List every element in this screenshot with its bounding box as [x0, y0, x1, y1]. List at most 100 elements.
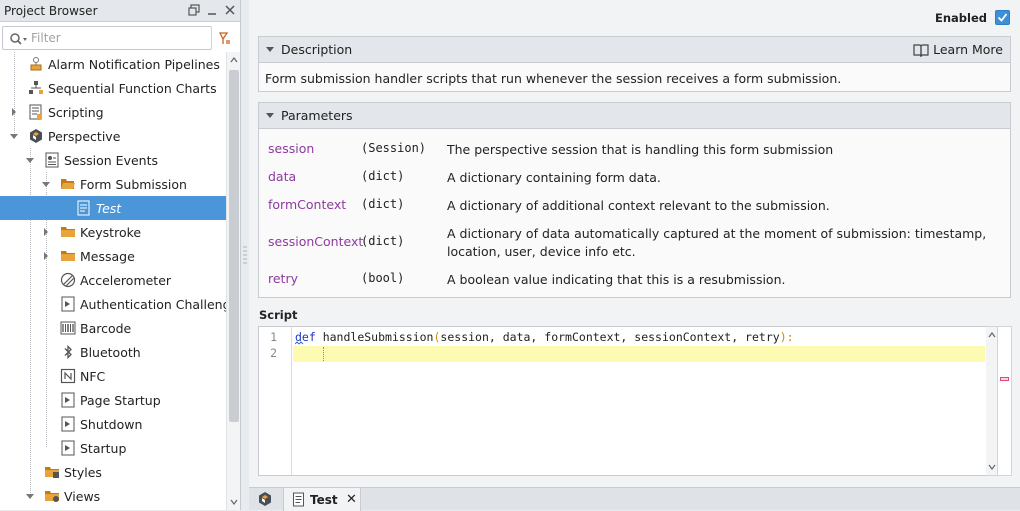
learn-more-link[interactable]: Learn More [913, 42, 1003, 57]
tree-item-label: Message [80, 248, 135, 264]
tree-item-sequential-function-charts[interactable]: Sequential Function Charts [0, 76, 226, 100]
barcode-icon [60, 321, 76, 335]
collapse-arrow-icon[interactable] [41, 179, 51, 189]
scroll-down-icon[interactable] [230, 498, 238, 506]
description-header[interactable]: Description Learn More [259, 37, 1010, 63]
tree-scroll-thumb[interactable] [229, 70, 239, 422]
collapse-arrow-icon[interactable] [266, 113, 274, 119]
editor-tab-bar: Test ✕ [249, 487, 1020, 511]
tree-item-barcode[interactable]: Barcode [0, 316, 226, 340]
folder-icon [61, 251, 75, 261]
scroll-up-icon[interactable] [988, 331, 996, 339]
filter-row [0, 22, 240, 52]
tree-item-label: Views [64, 488, 101, 504]
tree-item-label: Alarm Notification Pipelines [48, 56, 220, 72]
minimize-icon[interactable] [205, 3, 219, 17]
nfc-icon [60, 368, 76, 384]
tab-test[interactable]: Test ✕ [283, 488, 361, 511]
function-args: session, data, formContext, sessionConte… [440, 330, 780, 344]
checkmark-icon [997, 13, 1008, 22]
editor-scrollbar[interactable] [986, 326, 998, 476]
project-browser-panel: Project Browser Filter Alarm Notificatio… [0, 0, 241, 510]
pipeline-icon [30, 57, 42, 71]
filter-input[interactable] [29, 29, 179, 46]
tree-scrollbar[interactable] [226, 52, 240, 510]
enabled-checkbox[interactable] [995, 10, 1010, 25]
code-line-1: def handleSubmission(session, data, form… [295, 329, 794, 345]
scroll-up-icon[interactable] [230, 56, 238, 64]
collapse-arrow-icon[interactable] [25, 155, 35, 165]
script-icon [29, 104, 42, 120]
sfc-icon [29, 81, 43, 94]
tree-item-form-submission[interactable]: Form Submission [0, 172, 226, 196]
expand-arrow-icon[interactable] [41, 227, 51, 237]
tree-item-alarm-notification-pipelines[interactable]: Alarm Notification Pipelines [0, 52, 226, 76]
accelerometer-icon [60, 272, 76, 288]
parameters-header[interactable]: Parameters [259, 103, 1010, 129]
parameter-description: A dictionary of data automatically captu… [447, 226, 987, 259]
error-marker[interactable] [1000, 377, 1009, 381]
collapse-arrow-icon[interactable] [25, 491, 35, 501]
script-page-icon [61, 440, 75, 456]
parameter-type: (dict) [361, 169, 405, 183]
description-section: Description Learn More Form submission h… [258, 36, 1011, 92]
tree-item-keystroke[interactable]: Keystroke [0, 220, 226, 244]
tree-item-accelerometer[interactable]: Accelerometer [0, 268, 226, 292]
tree-item-message[interactable]: Message [0, 244, 226, 268]
parameters-section: Parameters session (Session) The perspec… [258, 102, 1011, 298]
tree-item-shutdown[interactable]: Shutdown [0, 412, 226, 436]
close-tab-button[interactable]: ✕ [346, 492, 357, 507]
tree-item-page-startup[interactable]: Page Startup [0, 388, 226, 412]
collapse-arrow-icon[interactable] [266, 47, 274, 53]
code-area[interactable]: def handleSubmission(session, data, form… [293, 327, 995, 475]
tree-item-startup[interactable]: Startup [0, 436, 226, 460]
learn-more-label: Learn More [933, 42, 1003, 57]
parameter-description: A boolean value indicating that this is … [447, 272, 786, 287]
tree-item-perspective[interactable]: Perspective [0, 124, 226, 148]
line-number-gutter: 1 2 [259, 327, 292, 475]
script-editor-panel: Enabled Description Learn More Form subm… [249, 0, 1020, 487]
expand-arrow-icon[interactable] [9, 107, 19, 117]
tree-item-bluetooth[interactable]: Bluetooth [0, 340, 226, 364]
parameter-name: sessionContext [268, 234, 364, 249]
text-caret [323, 347, 324, 361]
description-text: Form submission handler scripts that run… [265, 71, 842, 86]
script-file-icon [77, 200, 90, 216]
restore-window-icon[interactable] [187, 3, 201, 17]
book-icon [913, 43, 929, 57]
parameter-description: A dictionary containing form data. [447, 170, 661, 185]
description-title: Description [281, 42, 353, 57]
folder-open-icon [61, 179, 75, 189]
perspective-icon[interactable] [257, 491, 273, 507]
tree-item-views[interactable]: Views [0, 484, 226, 508]
close-panel-icon[interactable] [223, 3, 237, 17]
enabled-label: Enabled [934, 10, 987, 25]
collapse-arrow-icon[interactable] [9, 131, 19, 141]
line-number: 2 [270, 346, 277, 360]
tree-item-styles[interactable]: Styles [0, 460, 226, 484]
tree-item-label: NFC [80, 368, 106, 384]
code-editor[interactable]: 1 2 def handleSubmission(session, data, … [258, 326, 996, 476]
script-page-icon [61, 416, 75, 432]
expand-arrow-icon[interactable] [41, 251, 51, 261]
scroll-down-icon[interactable] [988, 463, 996, 471]
tree-item-scripting[interactable]: Scripting [0, 100, 226, 124]
tree-item-test[interactable]: Test [0, 196, 226, 220]
tree-item-nfc[interactable]: NFC [0, 364, 226, 388]
current-line-highlight [293, 346, 985, 362]
tree-item-label: Accelerometer [80, 272, 172, 288]
filter-options-button[interactable] [212, 26, 238, 50]
tree-item-label: Sequential Function Charts [48, 80, 217, 96]
enabled-toggle-row[interactable]: Enabled [935, 10, 1010, 25]
line-number: 1 [270, 330, 277, 344]
tree-item-label: Startup [80, 440, 127, 456]
tree-item-label: Test [96, 200, 122, 216]
tree-item-session-events[interactable]: Session Events [0, 148, 226, 172]
panel-splitter[interactable] [241, 0, 249, 510]
parameter-type: (dict) [361, 197, 405, 211]
script-label: Script [259, 308, 298, 322]
tree-item-authentication-challenge[interactable]: Authentication Challenge [0, 292, 226, 316]
views-folder-icon [45, 491, 59, 502]
splitter-grip-icon [243, 246, 247, 264]
error-overview-ruler[interactable] [998, 326, 1012, 476]
